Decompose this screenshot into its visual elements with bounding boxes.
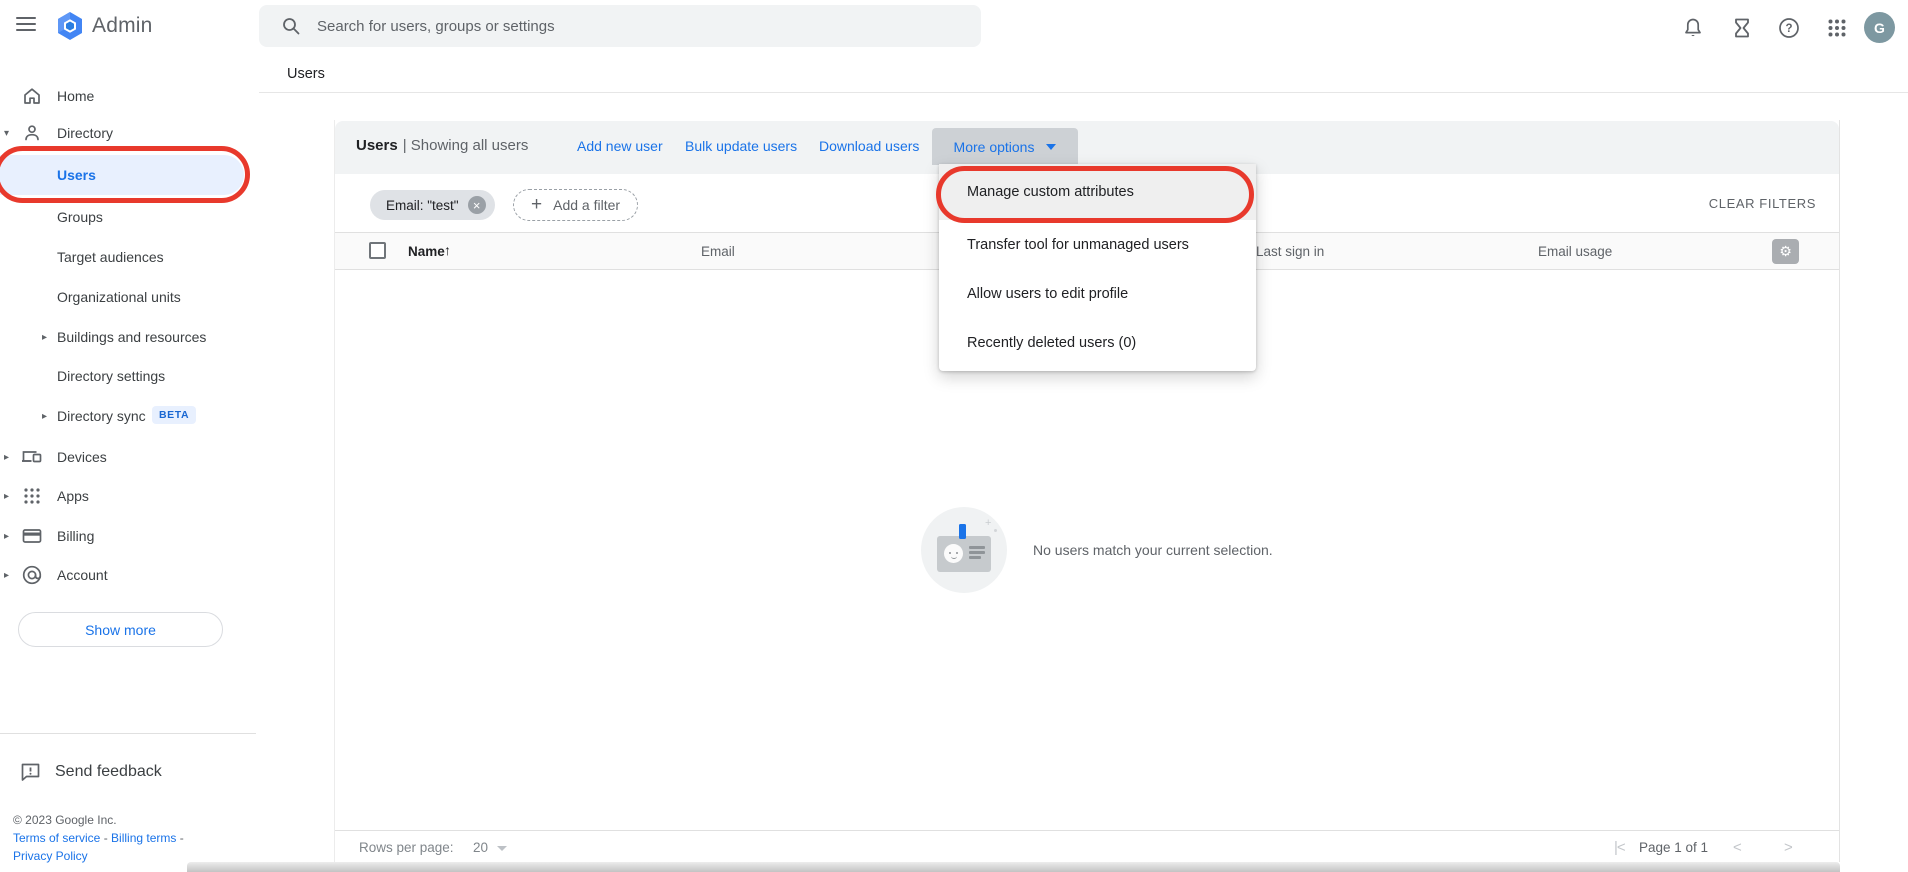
add-new-user-link[interactable]: Add new user — [577, 138, 663, 154]
sidebar-item-directory-settings[interactable]: Directory settings — [0, 358, 256, 394]
sidebar-item-organizational-units[interactable]: Organizational units — [0, 279, 256, 315]
column-email-usage[interactable]: Email usage — [1538, 244, 1612, 259]
terms-of-service-link[interactable]: Terms of service — [13, 831, 100, 845]
panel-title-bold: Users — [356, 137, 398, 154]
search-input[interactable]: Search for users, groups or settings — [259, 5, 981, 47]
apps-nav-icon — [20, 484, 44, 508]
download-users-link[interactable]: Download users — [819, 138, 919, 154]
google-admin-console: Admin Search for users, groups or settin… — [0, 0, 1908, 872]
main-menu-icon[interactable] — [16, 17, 36, 31]
chevron-right-icon[interactable]: ▸ — [4, 491, 9, 502]
more-options-button[interactable]: More options — [932, 128, 1078, 165]
next-page-button[interactable]: > — [1784, 839, 1793, 856]
chevron-right-icon[interactable]: ▸ — [42, 332, 47, 343]
footer-links: Terms of service - Billing terms - — [13, 831, 184, 845]
menu-item-allow-edit-profile[interactable]: Allow users to edit profile — [939, 269, 1256, 318]
admin-logo[interactable]: Admin — [56, 11, 153, 41]
column-email[interactable]: Email — [701, 244, 735, 259]
privacy-policy-link[interactable]: Privacy Policy — [13, 849, 88, 863]
apps-grid-icon[interactable] — [1826, 17, 1848, 39]
sidebar-item-home[interactable]: Home — [0, 78, 256, 114]
id-card-graphic — [937, 536, 991, 572]
sidebar-item-directory[interactable]: ▾ Directory — [0, 115, 256, 151]
search-placeholder: Search for users, groups or settings — [317, 18, 555, 35]
show-more-button[interactable]: Show more — [18, 612, 223, 647]
search-icon — [281, 16, 301, 36]
pagination-bar: Rows per page: 20 |< Page 1 of 1 < > — [335, 830, 1839, 862]
account-avatar[interactable]: G — [1864, 12, 1895, 43]
rows-per-page-label: Rows per page: — [359, 840, 454, 855]
copyright-text: © 2023 Google Inc. — [13, 813, 117, 827]
credit-card-icon — [20, 524, 44, 548]
sidebar-item-devices[interactable]: ▸ Devices — [0, 439, 256, 475]
admin-hexagon-icon — [56, 11, 84, 41]
sidebar-item-account[interactable]: ▸ Account — [0, 557, 256, 593]
more-options-menu: Manage custom attributes Transfer tool f… — [939, 164, 1256, 371]
plus-icon: + — [531, 194, 542, 216]
id-card-clip — [959, 524, 966, 539]
feedback-icon — [18, 760, 42, 784]
users-panel: Users | Showing all users Add new user Bu… — [334, 120, 1840, 862]
sparkle-icon: + — [985, 517, 991, 529]
sidebar-divider — [0, 733, 256, 734]
at-sign-icon — [20, 563, 44, 587]
chevron-down-icon[interactable]: ▾ — [4, 128, 9, 139]
breadcrumb: Users — [287, 66, 325, 82]
help-icon[interactable]: ? — [1778, 17, 1800, 39]
sidebar-item-buildings-resources[interactable]: ▸ Buildings and resources — [0, 319, 256, 355]
beta-badge: BETA — [152, 406, 196, 424]
notifications-bell-icon[interactable] — [1682, 17, 1704, 39]
hourglass-icon[interactable] — [1731, 17, 1753, 39]
filter-chip-email[interactable]: Email: "test" × — [370, 190, 495, 220]
chevron-right-icon[interactable]: ▸ — [4, 531, 9, 542]
chevron-right-icon[interactable]: ▸ — [4, 570, 9, 581]
clear-filters-button[interactable]: CLEAR FILTERS — [1709, 196, 1816, 211]
manage-columns-gear-icon[interactable]: ⚙ — [1772, 239, 1799, 264]
select-all-checkbox[interactable] — [369, 242, 386, 259]
page-status: Page 1 of 1 — [1639, 840, 1708, 855]
devices-icon — [20, 445, 44, 469]
link-separator: - — [180, 831, 184, 845]
footer-links-2: Privacy Policy — [13, 849, 88, 863]
chevron-right-icon[interactable]: ▸ — [42, 411, 47, 422]
billing-terms-link[interactable]: Billing terms — [111, 831, 176, 845]
sidebar-item-apps[interactable]: ▸ Apps — [0, 478, 256, 514]
person-icon — [20, 121, 44, 145]
send-feedback-button[interactable]: Send feedback — [0, 755, 256, 789]
product-name: Admin — [92, 14, 153, 38]
menu-item-transfer-tool[interactable]: Transfer tool for unmanaged users — [939, 220, 1256, 269]
sort-ascending-icon[interactable]: ↑ — [444, 242, 451, 258]
panel-title: Users | Showing all users — [356, 137, 528, 154]
bulk-update-users-link[interactable]: Bulk update users — [685, 138, 797, 154]
panel-title-suffix: | Showing all users — [403, 137, 529, 154]
column-name[interactable]: Name — [408, 244, 445, 259]
horizontal-scrollbar[interactable] — [187, 862, 1840, 872]
link-separator: - — [104, 831, 108, 845]
breadcrumb-divider — [259, 92, 1908, 93]
rows-per-page-caret-icon[interactable] — [497, 846, 507, 851]
sidebar-item-directory-sync[interactable]: ▸ Directory sync BETA — [0, 398, 256, 434]
empty-state-illustration: + — [921, 507, 1007, 593]
menu-item-recently-deleted[interactable]: Recently deleted users (0) — [939, 318, 1256, 367]
rows-per-page-value[interactable]: 20 — [473, 840, 488, 855]
sidebar-item-users[interactable]: Users — [0, 155, 244, 195]
sidebar-item-billing[interactable]: ▸ Billing — [0, 518, 256, 554]
sidebar-item-target-audiences[interactable]: Target audiences — [0, 239, 256, 275]
chevron-right-icon[interactable]: ▸ — [4, 452, 9, 463]
svg-text:?: ? — [1785, 23, 1792, 35]
sidebar-item-groups[interactable]: Groups — [0, 199, 256, 235]
top-bar: Admin Search for users, groups or settin… — [0, 0, 1908, 52]
id-card-face — [944, 544, 963, 563]
home-icon — [20, 84, 44, 108]
column-last-sign-in[interactable]: Last sign in — [1256, 244, 1324, 259]
add-filter-button[interactable]: + Add a filter — [513, 189, 638, 221]
remove-filter-icon[interactable]: × — [468, 196, 486, 214]
first-page-button[interactable]: |< — [1614, 839, 1625, 856]
previous-page-button[interactable]: < — [1733, 839, 1742, 856]
menu-item-manage-custom-attributes[interactable]: Manage custom attributes — [939, 164, 1256, 220]
caret-down-icon — [1046, 144, 1056, 150]
sparkle-dot — [994, 529, 997, 532]
empty-state-message: No users match your current selection. — [1033, 542, 1273, 558]
